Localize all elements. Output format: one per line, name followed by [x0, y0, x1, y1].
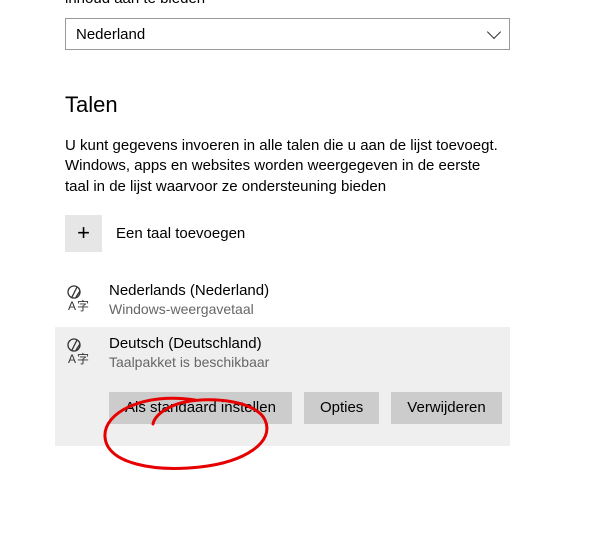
language-name: Nederlands (Nederland)	[109, 282, 269, 299]
language-item-nl[interactable]: A 字 Nederlands (Nederland) Windows-weerg…	[65, 274, 510, 327]
add-language-button[interactable]: + Een taal toevoegen	[65, 215, 610, 252]
plus-icon: +	[65, 215, 102, 252]
svg-text:A: A	[68, 299, 76, 312]
options-button[interactable]: Opties	[304, 392, 379, 424]
truncated-previous-text: inhoud aan te bieden	[65, 0, 610, 10]
set-default-button[interactable]: Als standaard instellen	[109, 392, 292, 424]
remove-button[interactable]: Verwijderen	[391, 392, 501, 424]
region-select[interactable]: Nederland	[65, 18, 510, 50]
language-subtext: Taalpakket is beschikbaar	[109, 354, 502, 370]
section-heading-languages: Talen	[65, 92, 610, 118]
section-description: U kunt gegevens invoeren in alle talen d…	[65, 136, 505, 197]
add-language-label: Een taal toevoegen	[116, 225, 245, 242]
svg-text:字: 字	[77, 298, 89, 312]
language-item-de[interactable]: A 字 Deutsch (Deutschland) Taalpakket is …	[55, 327, 510, 446]
language-icon: A 字	[65, 337, 95, 369]
language-subtext: Windows-weergavetaal	[109, 301, 269, 317]
language-name: Deutsch (Deutschland)	[109, 335, 502, 352]
region-select-value: Nederland	[76, 26, 145, 43]
chevron-down-icon	[487, 25, 501, 39]
language-icon: A 字	[65, 284, 95, 316]
svg-text:字: 字	[77, 351, 89, 365]
svg-text:A: A	[68, 352, 76, 365]
